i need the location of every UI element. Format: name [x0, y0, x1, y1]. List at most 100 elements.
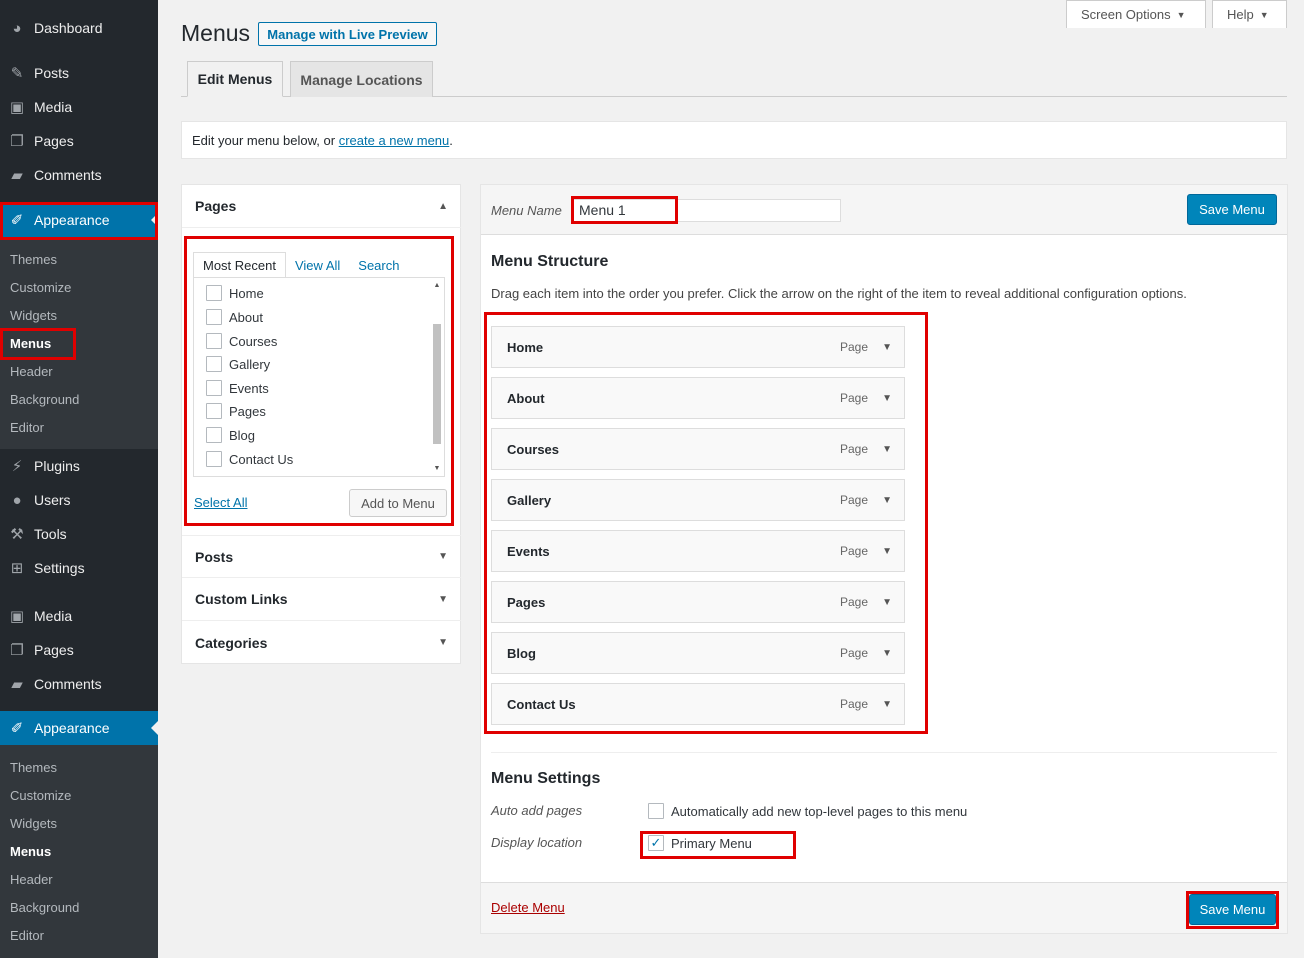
- menu-item[interactable]: Events Page ▼: [491, 530, 905, 572]
- triangle-down-icon[interactable]: ▼: [882, 648, 892, 659]
- triangle-down-icon[interactable]: ▼: [882, 342, 892, 353]
- sub-customize-2[interactable]: Customize: [10, 788, 71, 803]
- menu-item[interactable]: Gallery Page ▼: [491, 479, 905, 521]
- media-icon: ▣: [9, 608, 25, 625]
- checkbox[interactable]: [206, 451, 222, 467]
- display-location-label: Display location: [491, 835, 583, 850]
- subtab-most-recent[interactable]: Most Recent: [193, 252, 286, 278]
- subtab-search[interactable]: Search: [349, 252, 408, 278]
- sub-menus[interactable]: Menus: [10, 336, 51, 351]
- delete-menu-link[interactable]: Delete Menu: [491, 900, 565, 915]
- list-scrollbar[interactable]: ▲ ▼: [432, 280, 442, 474]
- menu-item[interactable]: Courses Page ▼: [491, 428, 905, 470]
- sub-editor-2[interactable]: Editor: [10, 928, 44, 943]
- scroll-down-icon[interactable]: ▼: [432, 465, 442, 472]
- checkbox[interactable]: [206, 427, 222, 443]
- save-menu-button-bottom[interactable]: Save Menu: [1189, 894, 1276, 925]
- pages-subtabs: Most Recent View All Search: [193, 252, 442, 278]
- checkbox[interactable]: [206, 356, 222, 372]
- subtab-view-all[interactable]: View All: [286, 252, 349, 278]
- nav-media-2[interactable]: ▣ Media: [0, 599, 158, 633]
- nav-pages[interactable]: ❐ Pages: [0, 124, 158, 158]
- sub-background[interactable]: Background: [10, 392, 79, 407]
- posts-accordion-header[interactable]: Posts ▼: [182, 535, 461, 578]
- comments-icon: ▰: [11, 167, 23, 184]
- menu-settings-title: Menu Settings: [491, 770, 601, 787]
- page-option[interactable]: Blog: [206, 427, 255, 443]
- tab-manage-locations[interactable]: Manage Locations: [290, 61, 433, 97]
- page-option[interactable]: Home: [206, 285, 264, 301]
- triangle-down-icon[interactable]: ▼: [882, 699, 892, 710]
- page-option[interactable]: Events: [206, 380, 269, 396]
- live-preview-button[interactable]: Manage with Live Preview: [258, 22, 437, 46]
- screen-options-button[interactable]: Screen Options ▼: [1066, 0, 1206, 28]
- tab-edit-menus[interactable]: Edit Menus: [187, 61, 283, 97]
- primary-menu-option[interactable]: ✓ Primary Menu: [648, 835, 752, 851]
- nav-dashboard[interactable]: ◕ Dashboard: [0, 11, 158, 45]
- nav-users[interactable]: ● Users: [0, 483, 158, 517]
- checkbox[interactable]: [206, 380, 222, 396]
- page-option[interactable]: Pages: [206, 403, 266, 419]
- page-option[interactable]: Gallery: [206, 356, 270, 372]
- categories-accordion-header[interactable]: Categories ▼: [182, 621, 461, 664]
- menu-structure-title: Menu Structure: [491, 253, 609, 270]
- plugins-icon: ⚡: [11, 458, 23, 475]
- nav-tools[interactable]: ⚒ Tools: [0, 517, 158, 551]
- nav-appearance-2[interactable]: ✐ Appearance: [0, 711, 158, 745]
- scrollbar-thumb[interactable]: [433, 324, 441, 444]
- sub-customize[interactable]: Customize: [10, 280, 71, 295]
- menu-name-input[interactable]: Menu 1: [572, 199, 841, 222]
- help-button[interactable]: Help ▼: [1212, 0, 1287, 28]
- menu-item[interactable]: Home Page ▼: [491, 326, 905, 368]
- nav-appearance[interactable]: ✐ Appearance: [0, 203, 158, 237]
- auto-add-option[interactable]: Automatically add new top-level pages to…: [648, 803, 967, 819]
- nav-pages-2[interactable]: ❐ Pages: [0, 633, 158, 667]
- menu-item[interactable]: About Page ▼: [491, 377, 905, 419]
- select-all-link[interactable]: Select All: [194, 495, 247, 510]
- checkbox[interactable]: [206, 309, 222, 325]
- menu-item[interactable]: Contact Us Page ▼: [491, 683, 905, 725]
- nav-settings[interactable]: ⊞ Settings: [0, 551, 158, 585]
- auto-add-label: Auto add pages: [491, 803, 583, 818]
- nav-posts[interactable]: ✎ Posts: [0, 56, 158, 90]
- sub-widgets-2[interactable]: Widgets: [10, 816, 57, 831]
- custom-links-accordion-header[interactable]: Custom Links ▼: [182, 578, 461, 621]
- sub-menus-2[interactable]: Menus: [10, 844, 51, 859]
- triangle-down-icon[interactable]: ▼: [882, 546, 892, 557]
- page-option[interactable]: Courses: [206, 333, 277, 349]
- primary-menu-checkbox[interactable]: ✓: [648, 835, 664, 851]
- sub-editor[interactable]: Editor: [10, 420, 44, 435]
- nav-comments[interactable]: ▰ Comments: [0, 158, 158, 192]
- page-option[interactable]: About: [206, 309, 263, 325]
- sub-themes-2[interactable]: Themes: [10, 760, 57, 775]
- auto-add-checkbox[interactable]: [648, 803, 664, 819]
- scroll-up-icon[interactable]: ▲: [432, 282, 442, 289]
- menu-item[interactable]: Blog Page ▼: [491, 632, 905, 674]
- menu-name-label: Menu Name: [491, 203, 562, 218]
- checkbox[interactable]: [206, 285, 222, 301]
- sub-header[interactable]: Header: [10, 364, 53, 379]
- users-icon: ●: [12, 491, 22, 509]
- add-to-menu-button[interactable]: Add to Menu: [349, 489, 447, 517]
- pages-icon: ❐: [10, 642, 24, 659]
- menu-item[interactable]: Pages Page ▼: [491, 581, 905, 623]
- pages-icon: ❐: [10, 133, 24, 150]
- sub-themes[interactable]: Themes: [10, 252, 57, 267]
- sub-header-2[interactable]: Header: [10, 872, 53, 887]
- sub-background-2[interactable]: Background: [10, 900, 79, 915]
- triangle-down-icon[interactable]: ▼: [882, 495, 892, 506]
- nav-media[interactable]: ▣ Media: [0, 90, 158, 124]
- pin-icon: ✎: [10, 65, 24, 82]
- nav-comments-2[interactable]: ▰ Comments: [0, 667, 158, 701]
- triangle-down-icon[interactable]: ▼: [882, 444, 892, 455]
- page-option[interactable]: Contact Us: [206, 451, 293, 467]
- nav-plugins[interactable]: ⚡ Plugins: [0, 449, 158, 483]
- checkbox[interactable]: [206, 333, 222, 349]
- checkbox[interactable]: [206, 403, 222, 419]
- sub-widgets[interactable]: Widgets: [10, 308, 57, 323]
- create-menu-link[interactable]: create a new menu: [339, 133, 450, 148]
- save-menu-button-top[interactable]: Save Menu: [1187, 194, 1277, 225]
- triangle-down-icon[interactable]: ▼: [882, 597, 892, 608]
- triangle-down-icon[interactable]: ▼: [882, 393, 892, 404]
- pages-accordion-header[interactable]: Pages ▲: [182, 185, 461, 228]
